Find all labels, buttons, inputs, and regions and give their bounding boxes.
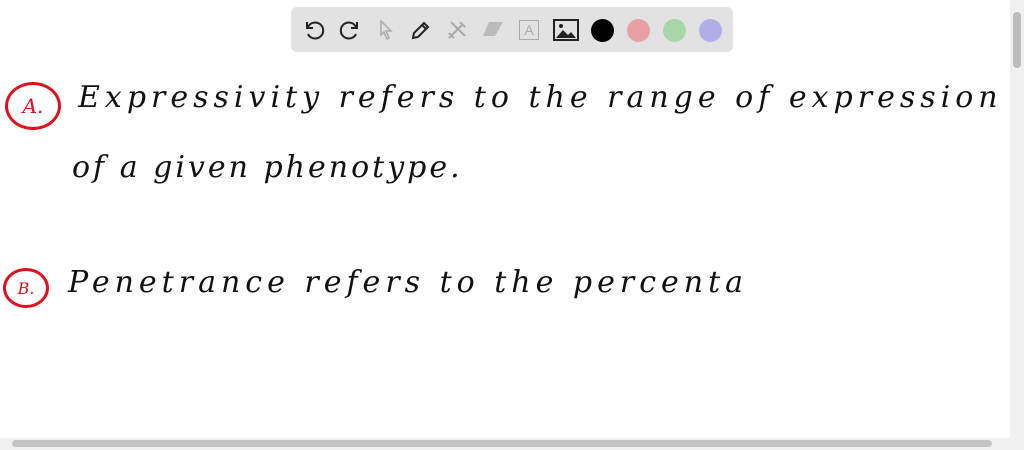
eraser-icon[interactable] [480, 17, 506, 43]
redo-icon[interactable] [337, 17, 363, 43]
select-icon[interactable] [373, 17, 399, 43]
horizontal-scroll-thumb[interactable] [12, 440, 992, 447]
label-a: A. [22, 94, 44, 118]
undo-icon[interactable] [301, 17, 327, 43]
label-a-circle: A. [5, 82, 61, 130]
text-icon[interactable]: A [516, 17, 542, 43]
vertical-scroll-thumb[interactable] [1013, 12, 1021, 68]
note-a-line1: Expressivity refers to the range of expr… [78, 80, 1003, 115]
label-b: B. [17, 278, 35, 298]
pen-icon[interactable] [408, 17, 434, 43]
note-b-line1: Penetrance refers to the percenta [68, 265, 749, 300]
image-icon[interactable] [553, 17, 579, 43]
drawing-toolbar: A [291, 7, 733, 52]
note-a-line2: of a given phenotype. [72, 150, 463, 185]
text-tool-glyph: A [519, 20, 539, 40]
color-black[interactable] [589, 17, 615, 43]
horizontal-scrollbar[interactable] [0, 438, 1010, 450]
label-b-circle: B. [3, 268, 49, 308]
tools-icon[interactable] [444, 17, 470, 43]
color-green[interactable] [661, 17, 687, 43]
vertical-scrollbar[interactable] [1010, 0, 1024, 450]
color-purple[interactable] [697, 17, 723, 43]
color-red[interactable] [625, 17, 651, 43]
